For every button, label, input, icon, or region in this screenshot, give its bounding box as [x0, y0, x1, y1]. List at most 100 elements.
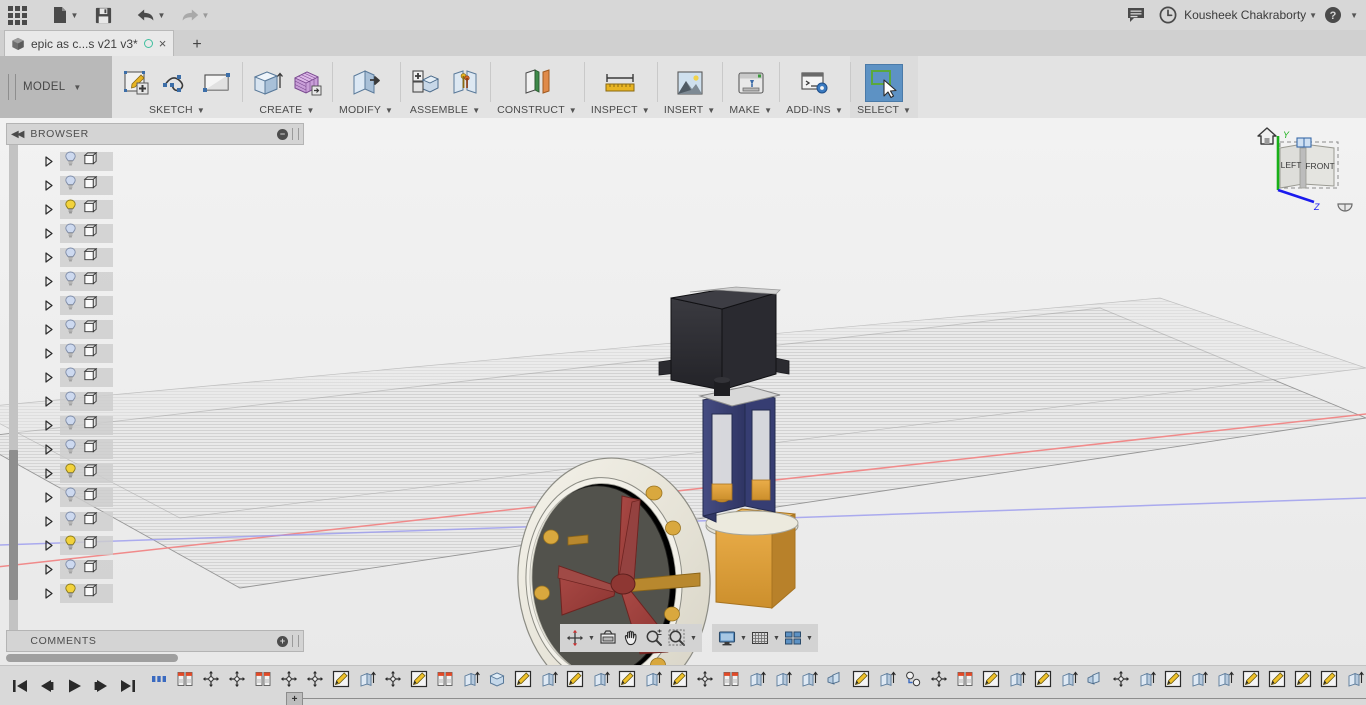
step-back-icon[interactable] — [35, 673, 59, 699]
chevron-down-icon[interactable]: ▼ — [805, 635, 814, 642]
browser-tree-item[interactable] — [6, 413, 304, 437]
joint-icon[interactable] — [280, 666, 298, 692]
extrude-icon[interactable] — [748, 666, 766, 692]
3d-print-icon[interactable] — [733, 65, 769, 101]
browser-tree-item[interactable] — [6, 365, 304, 389]
workspace-switcher[interactable]: MODEL ▼ — [0, 56, 112, 118]
expand-arrow-icon[interactable] — [42, 538, 56, 552]
history-clock-icon[interactable] — [1152, 0, 1184, 30]
timeline-feature[interactable] — [1342, 666, 1366, 692]
timeline-feature[interactable] — [510, 666, 536, 692]
skip-start-icon[interactable] — [8, 673, 32, 699]
3d-viewport[interactable]: ◀◀ BROWSER − ◀◀ COMMENTS + — [0, 118, 1366, 665]
chevron-down-icon[interactable]: ▼ — [772, 635, 781, 642]
expand-arrow-icon[interactable] — [42, 322, 56, 336]
timeline-feature[interactable] — [562, 666, 588, 692]
view-cube[interactable]: LEFT FRONT Y Z — [1250, 120, 1354, 220]
timeline-feature[interactable] — [588, 666, 614, 692]
timeline-marker[interactable]: + — [286, 692, 303, 705]
scripts-addins-icon[interactable] — [797, 65, 833, 101]
sketch-icon[interactable] — [1034, 666, 1052, 692]
joint-origin-icon[interactable] — [254, 666, 272, 692]
close-icon[interactable]: × — [159, 37, 167, 50]
timeline-feature[interactable] — [458, 666, 484, 692]
chevron-down-icon[interactable]: ▼ — [764, 106, 772, 115]
timeline-feature[interactable] — [432, 666, 458, 692]
sketch-icon[interactable] — [1294, 666, 1312, 692]
timeline-feature[interactable] — [640, 666, 666, 692]
expand-arrow-icon[interactable] — [42, 370, 56, 384]
timeline-feature[interactable] — [1108, 666, 1134, 692]
chevron-down-icon[interactable]: ▼ — [587, 635, 596, 642]
chevron-down-icon[interactable]: ▼ — [202, 11, 210, 20]
panel-resize-handle[interactable] — [292, 128, 299, 140]
expand-arrow-icon[interactable] — [42, 226, 56, 240]
panel-resize-handle[interactable] — [292, 635, 299, 647]
save-button[interactable] — [86, 0, 120, 30]
measure-icon[interactable] — [602, 65, 638, 101]
timeline-feature[interactable] — [1316, 666, 1342, 692]
timeline-feature[interactable] — [666, 666, 692, 692]
sketch-icon[interactable] — [852, 666, 870, 692]
timeline-feature[interactable] — [692, 666, 718, 692]
browser-tree-item[interactable] — [6, 197, 304, 221]
expand-arrow-icon[interactable] — [42, 178, 56, 192]
browser-tree-item[interactable] — [6, 149, 304, 173]
visibility-bulb-icon[interactable] — [64, 535, 77, 555]
orbit-icon[interactable] — [564, 627, 586, 649]
visibility-bulb-icon[interactable] — [64, 391, 77, 411]
extrude-icon[interactable] — [592, 666, 610, 692]
skip-end-icon[interactable] — [116, 673, 140, 699]
joint-icon[interactable] — [447, 65, 483, 101]
timeline-feature[interactable] — [302, 666, 328, 692]
timeline-feature[interactable] — [978, 666, 1004, 692]
browser-tree-item[interactable] — [6, 581, 304, 605]
sketch-icon[interactable] — [1320, 666, 1338, 692]
timeline-feature[interactable] — [796, 666, 822, 692]
visibility-bulb-icon[interactable] — [64, 247, 77, 267]
chevron-down-icon[interactable]: ▼ — [689, 635, 698, 642]
timeline-feature[interactable] — [744, 666, 770, 692]
chevron-down-icon[interactable]: ▼ — [385, 106, 393, 115]
viewports-icon[interactable] — [782, 627, 804, 649]
press-pull-icon[interactable] — [348, 65, 384, 101]
look-at-icon[interactable] — [597, 627, 619, 649]
timeline-feature[interactable] — [926, 666, 952, 692]
browser-tree-item[interactable] — [6, 509, 304, 533]
timeline-feature[interactable] — [1082, 666, 1108, 692]
plus-circle-icon[interactable]: + — [277, 636, 288, 647]
browser-tree-item[interactable] — [6, 269, 304, 293]
document-tab[interactable]: epic as c...s v21 v3* × — [4, 30, 174, 56]
home-icon[interactable] — [1258, 128, 1276, 144]
timeline-rail[interactable] — [286, 698, 1366, 699]
new-file-button[interactable]: ▼ — [42, 0, 86, 30]
sketch-icon[interactable] — [982, 666, 1000, 692]
mesh-create-icon[interactable] — [289, 65, 325, 101]
timeline-feature[interactable] — [1238, 666, 1264, 692]
visibility-bulb-icon[interactable] — [64, 199, 77, 219]
ribbon-drag-handle[interactable] — [8, 74, 16, 100]
visibility-bulb-icon[interactable] — [64, 463, 77, 483]
visibility-bulb-icon[interactable] — [64, 559, 77, 579]
insert-image-icon[interactable] — [672, 65, 708, 101]
chevron-down-icon[interactable]: ▼ — [1309, 11, 1317, 20]
timeline-feature[interactable] — [250, 666, 276, 692]
spline-icon[interactable] — [159, 65, 195, 101]
timeline-feature[interactable] — [1160, 666, 1186, 692]
visibility-bulb-icon[interactable] — [64, 175, 77, 195]
sketch-icon[interactable] — [332, 666, 350, 692]
timeline-feature[interactable] — [822, 666, 848, 692]
expand-arrow-icon[interactable] — [42, 274, 56, 288]
sketch-icon[interactable] — [514, 666, 532, 692]
sketch-icon[interactable] — [566, 666, 584, 692]
new-component-icon[interactable] — [407, 65, 443, 101]
browser-tree-item[interactable] — [6, 461, 304, 485]
timeline-feature[interactable] — [1290, 666, 1316, 692]
joint-origin-icon[interactable] — [722, 666, 740, 692]
user-name-label[interactable]: Kousheek Chakraborty — [1184, 8, 1306, 22]
chevron-down-icon[interactable]: ▼ — [569, 106, 577, 115]
chevron-down-icon[interactable]: ▼ — [73, 83, 81, 92]
comments-icon[interactable] — [1120, 0, 1152, 30]
chevron-down-icon[interactable]: ▼ — [835, 106, 843, 115]
expand-arrow-icon[interactable] — [42, 442, 56, 456]
